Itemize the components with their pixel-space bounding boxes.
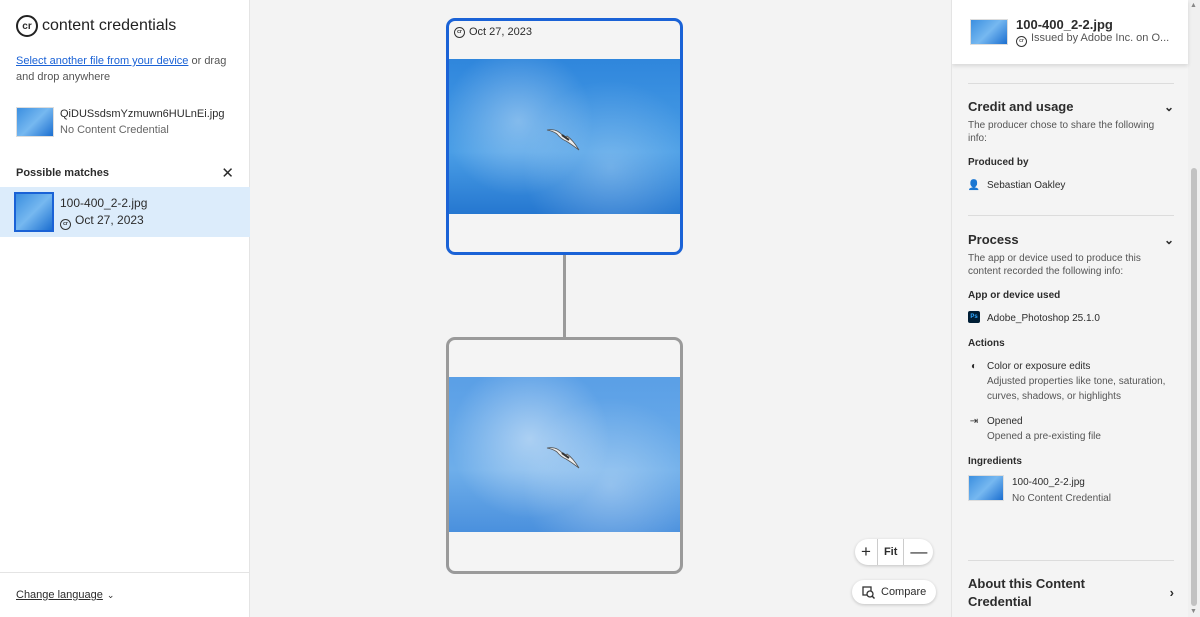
uploaded-file-thumbnail [16, 107, 54, 137]
produced-by-label: Produced by [968, 157, 1029, 168]
process-header[interactable]: Process ⌄ [968, 232, 1174, 247]
logo-text: content credentials [42, 17, 177, 34]
cr-badge-icon: cr [454, 26, 465, 38]
producer-name: Sebastian Oakley [987, 180, 1066, 191]
left-sidebar: cr content credentials Select another fi… [0, 0, 250, 617]
ingredient-item[interactable]: 100-400_2-2.jpg No Content Credential [968, 475, 1174, 507]
match-date: Oct 27, 2023 [75, 212, 144, 227]
process-desc: The app or device used to produce this c… [968, 253, 1141, 277]
photoshop-icon: Ps [968, 311, 980, 323]
details-panel: 100-400_2-2.jpg cr Issued by Adobe Inc. o… [951, 0, 1200, 617]
scroll-up-icon[interactable]: ▲ [1190, 2, 1197, 9]
credit-title: Credit and usage [968, 99, 1074, 114]
action1-title: Color or exposure edits [987, 361, 1091, 372]
cr-logo-icon: cr [16, 15, 38, 37]
credit-header[interactable]: Credit and usage ⌄ [968, 99, 1174, 114]
app-device-label: App or device used [968, 290, 1061, 301]
change-language-link[interactable]: Change language [16, 589, 103, 601]
about-title: About this Content Credential [968, 576, 1085, 609]
ingredient-name: 100-400_2-2.jpg [1012, 477, 1085, 488]
compare-label: Compare [881, 586, 927, 598]
match-item[interactable]: 100-400_2-2.jpg cr Oct 27, 2023 [0, 187, 250, 237]
divider [968, 560, 1174, 561]
credit-section: Credit and usage ⌄ The producer chose to… [968, 99, 1174, 193]
chevron-down-icon: ⌄ [1163, 232, 1174, 247]
top-node-date-text: Oct 27, 2023 [469, 26, 532, 38]
select-file-link[interactable]: Select another file from your device [16, 55, 188, 67]
cr-badge-icon: cr [60, 218, 71, 230]
sidebar-footer: Change language ⌄ [0, 572, 250, 617]
actions-label: Actions [968, 338, 1005, 349]
divider [968, 215, 1174, 216]
divider [968, 83, 1174, 84]
seagull-image [546, 128, 579, 150]
action1-desc: Adjusted properties like tone, saturatio… [987, 376, 1166, 402]
zoom-controls: + Fit — [855, 539, 934, 565]
chevron-down-icon[interactable]: ⌄ [107, 590, 115, 601]
process-section: Process ⌄ The app or device used to prod… [968, 232, 1174, 507]
cr-badge-icon: cr [1016, 35, 1027, 47]
top-node-date: cr Oct 27, 2023 [454, 26, 532, 38]
top-node-card[interactable]: cr Oct 27, 2023 [446, 18, 683, 255]
fit-button[interactable]: Fit [876, 539, 905, 565]
compare-button[interactable]: Compare [852, 580, 937, 604]
app-name: Adobe_Photoshop 25.1.0 [987, 313, 1100, 324]
uploaded-file[interactable]: QiDUSsdsmYzmuwn6HULnEi.jpg No Content Cr… [16, 106, 224, 138]
panel-file-name: 100-400_2-2.jpg [1016, 17, 1113, 33]
opened-icon: ⇥ [969, 416, 979, 427]
ingredient-status: No Content Credential [1012, 493, 1111, 504]
select-file-prompt: Select another file from your device or … [16, 53, 241, 85]
close-icon[interactable]: ✕ [221, 164, 234, 182]
scrollbar-thumb[interactable] [1191, 168, 1197, 606]
possible-matches-header: Possible matches ✕ [0, 160, 250, 186]
uploaded-file-name: QiDUSsdsmYzmuwn6HULnEi.jpg [60, 108, 225, 120]
credit-desc: The producer chose to share the followin… [968, 120, 1155, 144]
panel-header: 100-400_2-2.jpg cr Issued by Adobe Inc. o… [952, 0, 1188, 64]
chevron-right-icon: › [1169, 585, 1174, 600]
ingredients-label: Ingredients [968, 456, 1022, 467]
chevron-down-icon: ⌄ [1163, 99, 1174, 114]
scroll-down-icon[interactable]: ▼ [1190, 608, 1197, 615]
seagull-image [546, 446, 579, 468]
uploaded-file-status: No Content Credential [60, 124, 169, 136]
node-connector [563, 255, 566, 337]
bottom-node-card[interactable] [446, 337, 683, 574]
ingredient-thumbnail [968, 475, 1004, 501]
action2-title: Opened [987, 416, 1023, 427]
possible-matches-label: Possible matches [16, 167, 109, 179]
color-edit-icon: ◐ [970, 361, 978, 372]
person-icon: 👤 [967, 180, 981, 191]
about-credential-link[interactable]: About this Content Credential › [968, 575, 1174, 611]
bottom-node-image [449, 377, 680, 532]
zoom-in-button[interactable]: + [855, 539, 877, 565]
compare-icon [862, 585, 875, 599]
action2-desc: Opened a pre-existing file [987, 431, 1101, 442]
match-file-name: 100-400_2-2.jpg [60, 195, 148, 210]
issued-by-text: Issued by Adobe Inc. on O... [1031, 32, 1170, 45]
app-logo[interactable]: cr content credentials [16, 15, 176, 37]
top-node-image [449, 59, 680, 214]
zoom-out-button[interactable]: — [904, 539, 933, 565]
panel-thumbnail [970, 19, 1008, 45]
panel-scrollbar[interactable]: ▲ ▼ [1188, 0, 1200, 617]
process-title: Process [968, 232, 1019, 247]
match-thumbnail [14, 192, 54, 232]
